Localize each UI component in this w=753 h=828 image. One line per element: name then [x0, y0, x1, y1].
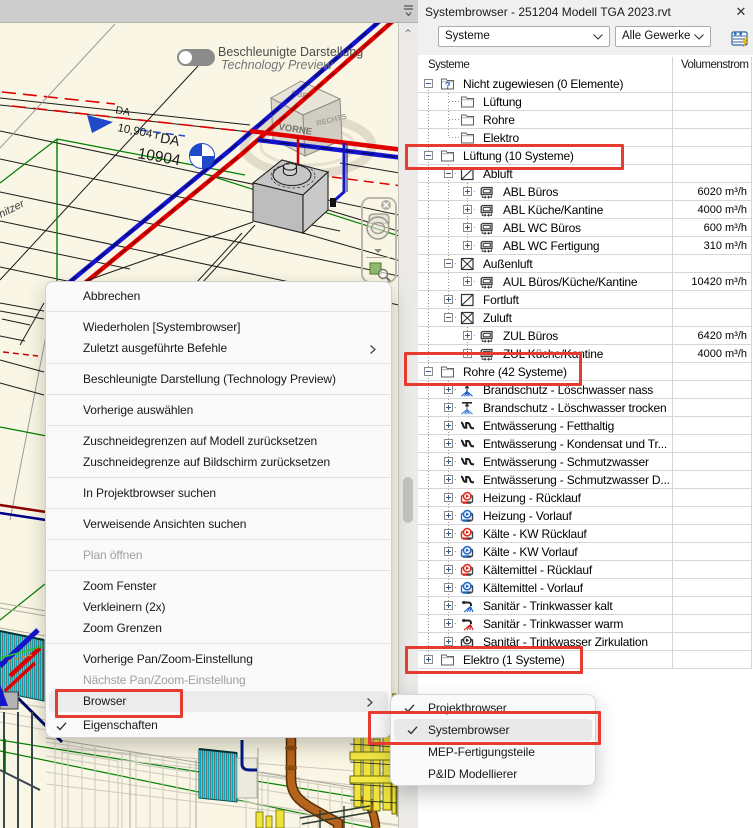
svg-text:DA: DA [159, 130, 182, 150]
svg-text:?: ? [445, 81, 450, 91]
svg-text:10904: 10904 [136, 145, 182, 169]
svg-text:DA: DA [114, 104, 131, 119]
svg-text:hitzer: hitzer [0, 197, 28, 221]
svg-text:10,904 r: 10,904 r [116, 122, 160, 142]
